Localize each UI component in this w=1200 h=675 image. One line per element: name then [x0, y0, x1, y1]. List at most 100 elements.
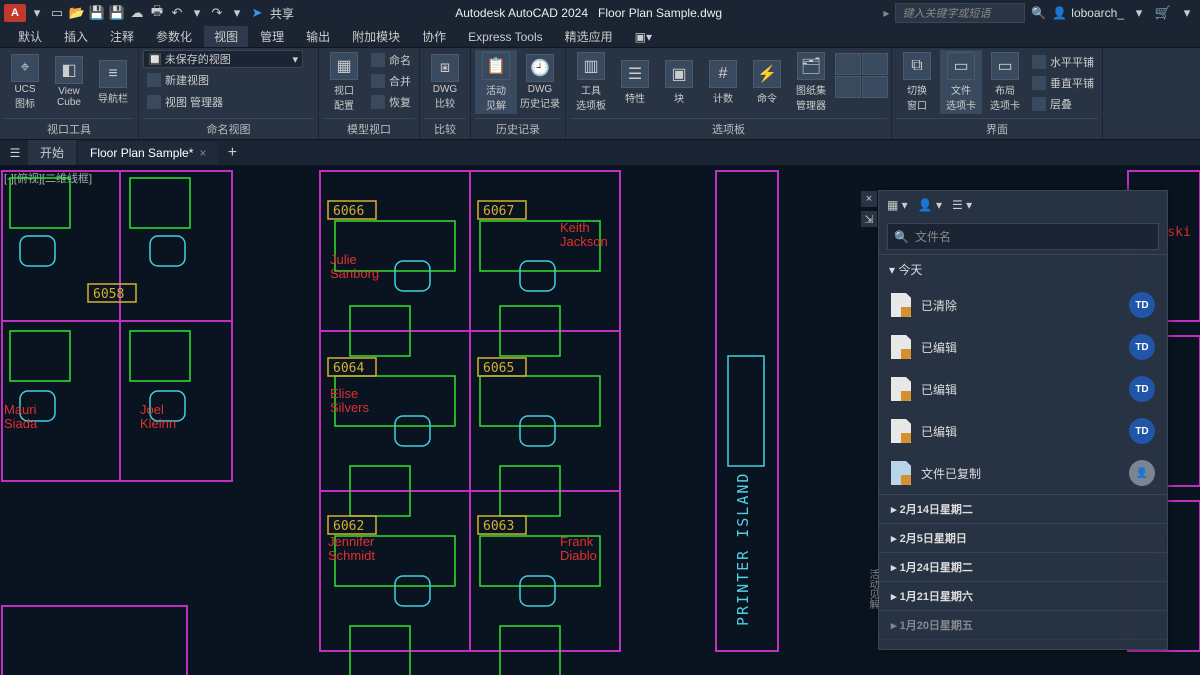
saveas-icon[interactable]: 💾	[108, 4, 126, 22]
ucs-button[interactable]: ⌖UCS 图标	[4, 50, 46, 114]
date-section[interactable]: ▸ 1月20日星期五	[879, 611, 1167, 640]
panel-title: 历史记录	[475, 118, 561, 139]
cascade-button[interactable]: 层叠	[1028, 94, 1098, 114]
htile-button[interactable]: 水平平铺	[1028, 52, 1098, 72]
panel-title: 命名视图	[143, 118, 314, 139]
tab-default[interactable]: 默认	[8, 26, 52, 47]
help-arrow-icon[interactable]: ▸	[883, 6, 889, 20]
qat-dropdown[interactable]: ▾	[28, 4, 46, 22]
undo-drop[interactable]: ▾	[188, 4, 206, 22]
palette-small-3[interactable]	[835, 76, 861, 98]
date-section[interactable]: ▸ 1月21日星期六	[879, 582, 1167, 611]
redo-drop[interactable]: ▾	[228, 4, 246, 22]
switch-window-button[interactable]: ⧉切换 窗口	[896, 50, 938, 114]
user-badge: TD	[1129, 292, 1155, 318]
layout-tab-button[interactable]: ▭布局 选项卡	[984, 50, 1026, 114]
palette-small-4[interactable]	[862, 76, 888, 98]
tab-file-label: Floor Plan Sample*	[90, 146, 193, 160]
tab-collab[interactable]: 协作	[412, 26, 456, 47]
tab-manage[interactable]: 管理	[250, 26, 294, 47]
tab-insert[interactable]: 插入	[54, 26, 98, 47]
tool-palettes-button[interactable]: ▥工具 选项板	[570, 50, 612, 114]
history-item[interactable]: 已编辑 TD	[879, 326, 1167, 368]
history-item[interactable]: 已编辑 TD	[879, 410, 1167, 452]
palette-small-1[interactable]	[835, 53, 861, 75]
history-item-label: 已清除	[921, 297, 1119, 314]
ribbon-tabs: 默认 插入 注释 参数化 视图 管理 输出 附加模块 协作 Express To…	[0, 26, 1200, 48]
activity-insights-button[interactable]: 📋活动 见解	[475, 50, 517, 114]
panel-list-icon[interactable]: ☰ ▾	[952, 198, 972, 212]
view-manager-button[interactable]: 视图 管理器	[143, 92, 227, 112]
tab-file[interactable]: Floor Plan Sample* ×	[78, 142, 218, 164]
date-section[interactable]: ▸ 2月14日星期二	[879, 495, 1167, 524]
tab-output[interactable]: 输出	[296, 26, 340, 47]
vp-merge-button[interactable]: 合并	[367, 71, 415, 91]
menu-more[interactable]: ▾	[1130, 4, 1148, 22]
help-icon[interactable]: ▾	[1178, 4, 1196, 22]
history-item[interactable]: 文件已复制 👤	[879, 452, 1167, 494]
user-chip[interactable]: 👤 loboarch_	[1052, 6, 1124, 20]
tab-view[interactable]: 视图	[204, 26, 248, 47]
navbar-button[interactable]: ≡导航栏	[92, 50, 134, 114]
undo-icon[interactable]: ↶	[168, 4, 186, 22]
new-icon[interactable]: ▭	[48, 4, 66, 22]
file-tab-button[interactable]: ▭文件 选项卡	[940, 50, 982, 114]
svg-text:MauriSiada: MauriSiada	[4, 402, 38, 431]
tab-overflow-icon[interactable]: ▣▾	[625, 28, 662, 46]
dwg-history-button[interactable]: 🕘DWG 历史记录	[519, 50, 561, 114]
panel-view-icon[interactable]: ▦ ▾	[887, 198, 908, 212]
share-icon[interactable]: ➤	[248, 4, 266, 22]
tab-annotate[interactable]: 注释	[100, 26, 144, 47]
history-item[interactable]: 已清除 TD	[879, 284, 1167, 326]
file-edit-icon	[891, 335, 911, 359]
vp-restore-button[interactable]: 恢复	[367, 92, 415, 112]
panel-close-icon[interactable]: ×	[861, 191, 877, 207]
vp-config-button[interactable]: ▦视口 配置	[323, 50, 365, 114]
search-input[interactable]: 键入关键字或短语	[895, 3, 1025, 23]
tab-add-icon[interactable]: +	[220, 144, 244, 162]
web-open-icon[interactable]: ☁	[128, 4, 146, 22]
file-edit-icon	[891, 419, 911, 443]
panel-compare: ⧆DWG 比较 比较	[420, 48, 471, 139]
user-badge-anon: 👤	[1129, 460, 1155, 486]
panel-pin-icon[interactable]: ⇲	[861, 211, 877, 227]
save-icon[interactable]: 💾	[88, 4, 106, 22]
panel-title: 选项板	[570, 118, 887, 139]
date-section[interactable]: ▸ 2月5日星期日	[879, 524, 1167, 553]
history-item[interactable]: 已编辑 TD	[879, 368, 1167, 410]
command-button[interactable]: ⚡命令	[746, 50, 788, 114]
tab-menu-icon[interactable]: ☰	[4, 142, 26, 164]
date-section[interactable]: ▸ 1月24日星期二	[879, 553, 1167, 582]
share-label[interactable]: 共享	[270, 5, 294, 22]
history-item-label: 已编辑	[921, 381, 1119, 398]
palette-small-2[interactable]	[862, 53, 888, 75]
tab-start[interactable]: 开始	[28, 140, 76, 165]
cart-icon[interactable]: 🛒	[1154, 4, 1172, 22]
tab-param[interactable]: 参数化	[146, 26, 202, 47]
panel-title: 模型视口	[323, 118, 415, 139]
dwg-compare-button[interactable]: ⧆DWG 比较	[424, 50, 466, 114]
panel-section-today[interactable]: ▾ 今天	[879, 254, 1167, 284]
new-view-button[interactable]: 新建视图	[143, 70, 213, 90]
tab-addon[interactable]: 附加模块	[342, 26, 410, 47]
open-icon[interactable]: 📂	[68, 4, 86, 22]
sheetset-button[interactable]: 🗂图纸集 管理器	[790, 50, 832, 114]
app-logo[interactable]: A	[4, 4, 26, 22]
blocks-button[interactable]: ▣块	[658, 50, 700, 114]
search-icon[interactable]: 🔍	[1031, 6, 1046, 20]
tab-express[interactable]: Express Tools	[458, 28, 552, 46]
count-button[interactable]: #计数	[702, 50, 744, 114]
saved-view-combo[interactable]: 🔲 未保存的视图▾	[143, 50, 303, 68]
plot-icon[interactable]: 🖶	[148, 4, 166, 22]
tab-featured[interactable]: 精选应用	[555, 26, 623, 47]
ribbon: ⌖UCS 图标 ◧View Cube ≡导航栏 视口工具 🔲 未保存的视图▾ 新…	[0, 48, 1200, 140]
close-icon[interactable]: ×	[199, 146, 206, 160]
panel-user-icon[interactable]: 👤 ▾	[918, 198, 942, 212]
vtile-button[interactable]: 垂直平铺	[1028, 73, 1098, 93]
redo-icon[interactable]: ↷	[208, 4, 226, 22]
vp-named-button[interactable]: 命名	[367, 50, 415, 70]
properties-button[interactable]: ☰特性	[614, 50, 656, 114]
svg-text:6066: 6066	[333, 204, 364, 219]
panel-search-input[interactable]: 🔍 文件名	[887, 223, 1159, 250]
viewcube-button[interactable]: ◧View Cube	[48, 50, 90, 114]
